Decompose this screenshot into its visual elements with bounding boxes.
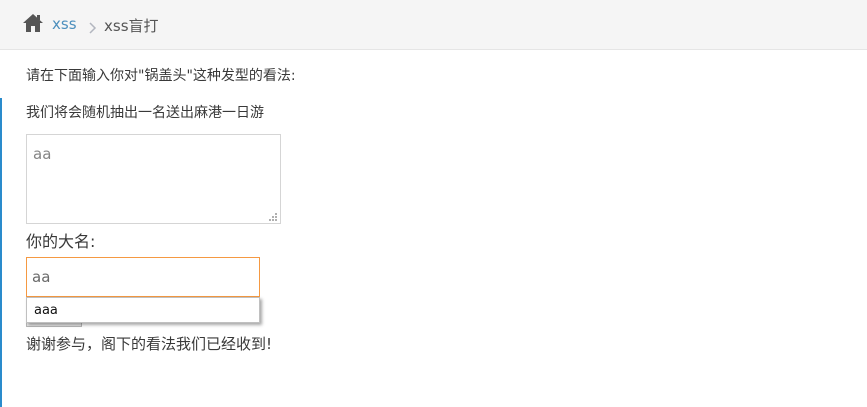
autocomplete-option[interactable]: aaa: [34, 303, 58, 318]
breadcrumb-current: xss盲打: [104, 17, 159, 35]
opinion-textarea[interactable]: aa: [26, 134, 281, 224]
resize-handle-icon[interactable]: [266, 209, 278, 221]
thanks-message: 谢谢参与，阁下的看法我们已经收到!: [26, 335, 273, 353]
prompt-line-2: 我们将会随机抽出一名送出麻港一日游: [26, 105, 264, 121]
prompt-line-1: 请在下面输入你对"锅盖头"这种发型的看法:: [26, 68, 296, 84]
name-input[interactable]: [26, 257, 260, 297]
chevron-right-icon: [86, 19, 98, 34]
name-label: 你的大名:: [26, 232, 96, 251]
left-accent-bar: [0, 98, 2, 407]
autocomplete-dropdown: aaa: [26, 297, 260, 323]
breadcrumb-link-xss[interactable]: xss: [52, 15, 77, 33]
breadcrumb: xss xss盲打: [0, 0, 867, 50]
home-icon[interactable]: [22, 13, 44, 33]
